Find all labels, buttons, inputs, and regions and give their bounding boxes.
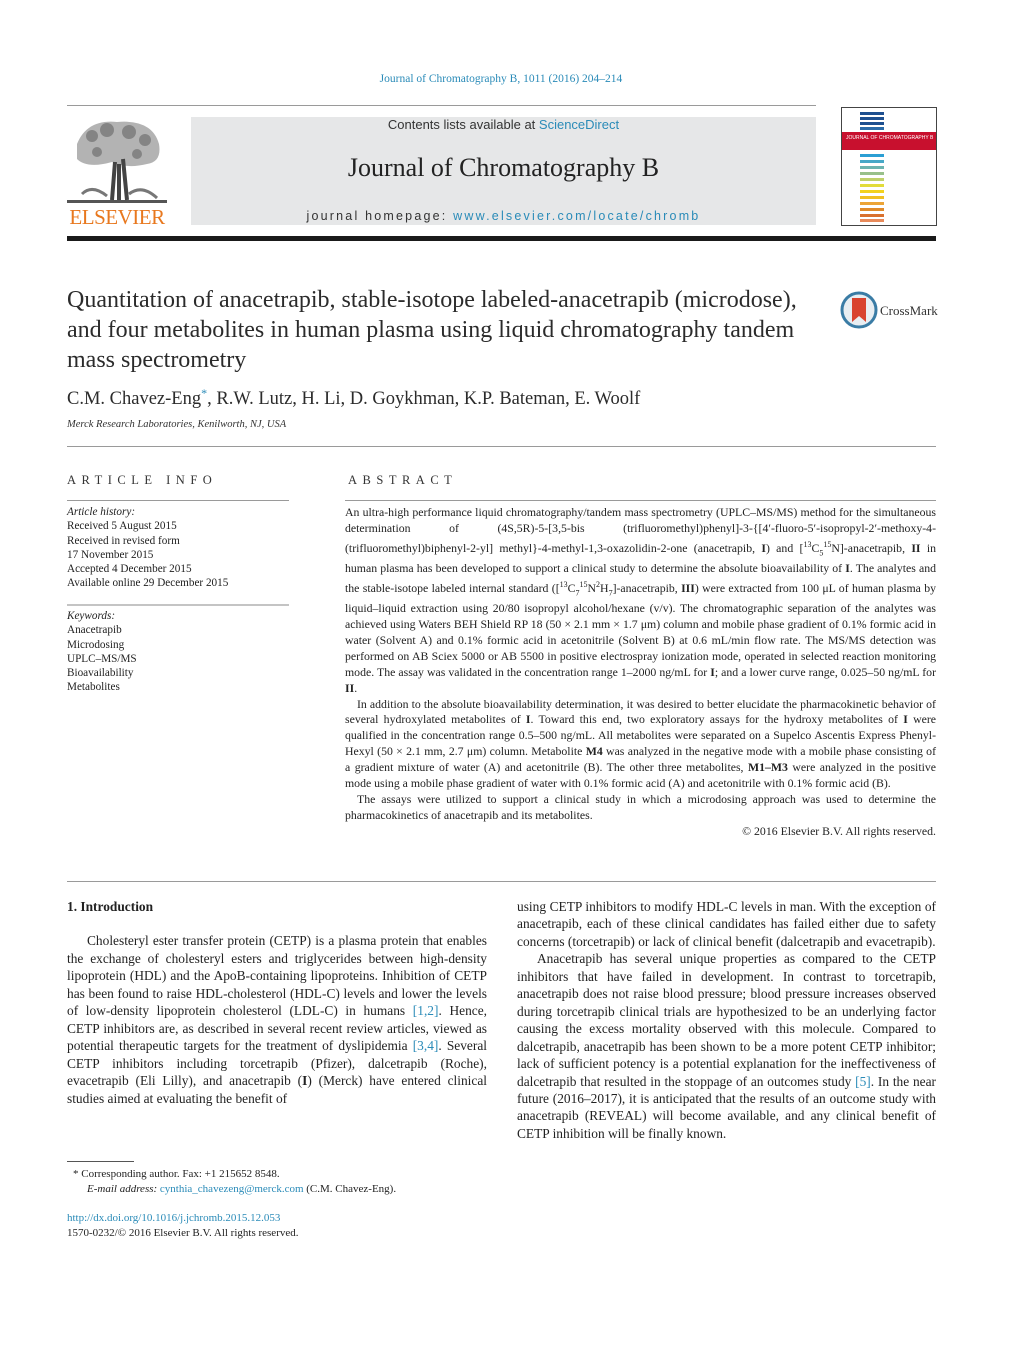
elsevier-logo[interactable]: ELSEVIER <box>67 114 167 230</box>
body-paragraph: using CETP inhibitors to modify HDL-C le… <box>517 899 936 949</box>
co-authors: , R.W. Lutz, H. Li, D. Goykhman, K.P. Ba… <box>207 389 641 410</box>
keywords-label: Keywords: <box>67 610 116 622</box>
doi-block: http://dx.doi.org/10.1016/j.jchromb.2015… <box>67 1211 299 1241</box>
history-item: Accepted 4 December 2015 <box>67 563 192 576</box>
footnote-rule <box>67 1161 134 1162</box>
homepage-prefix: journal homepage: <box>306 209 454 223</box>
keyword-item: Bioavailability <box>67 667 134 680</box>
cover-title: JOURNAL OF CHROMATOGRAPHY B <box>846 135 934 141</box>
corresponding-author-note: Corresponding author. Fax: +1 215652 854… <box>78 1168 280 1180</box>
reference-link[interactable]: [3,4] <box>413 1038 439 1053</box>
contents-prefix: Contents lists available at <box>387 117 539 132</box>
crossmark-label: CrossMark <box>880 303 938 318</box>
keyword-item: Anacetrapib <box>67 624 122 637</box>
crossmark-icon <box>840 291 878 329</box>
keyword-item: UPLC–MS/MS <box>67 652 137 665</box>
history-item: Available online 29 December 2015 <box>67 577 229 590</box>
article-history-label: Article history: <box>67 506 136 518</box>
journal-masthead: Contents lists available at ScienceDirec… <box>191 117 816 225</box>
keywords: Keywords: Anacetrapib Microdosing UPLC–M… <box>67 609 137 695</box>
keywords-rule <box>67 604 289 606</box>
email-link[interactable]: cynthia_chavezeng@merck.com <box>160 1183 304 1195</box>
body-column-right: using CETP inhibitors to modify HDL-C le… <box>517 898 936 1142</box>
title-rule <box>67 446 936 447</box>
homepage-link[interactable]: www.elsevier.com/locate/chromb <box>453 209 700 223</box>
article-info-rule <box>67 500 289 501</box>
email-label: E-mail address: <box>87 1183 160 1195</box>
history-item: 17 November 2015 <box>67 548 154 561</box>
history-item: Received 5 August 2015 <box>67 520 177 533</box>
cover-title-band: JOURNAL OF CHROMATOGRAPHY B <box>842 132 936 150</box>
author-chavez-eng[interactable]: C.M. Chavez-Eng <box>67 389 201 409</box>
body-column-left: 1. Introduction Cholesteryl ester transf… <box>67 898 487 1107</box>
elsevier-tree-icon <box>67 121 167 203</box>
section-heading-introduction: 1. Introduction <box>67 899 154 914</box>
author-list: C.M. Chavez-Eng*, R.W. Lutz, H. Li, D. G… <box>67 386 640 410</box>
body-paragraph: Cholesteryl ester transfer protein (CETP… <box>67 933 488 1106</box>
doi-link[interactable]: http://dx.doi.org/10.1016/j.jchromb.2015… <box>67 1212 280 1224</box>
sciencedirect-link[interactable]: ScienceDirect <box>539 117 619 132</box>
abstract-rule <box>345 500 936 501</box>
crossmark-button[interactable]: CrossMark <box>840 291 940 329</box>
article-history: Article history: Received 5 August 2015 … <box>67 505 228 591</box>
reference-link[interactable]: [1,2] <box>413 1003 439 1018</box>
journal-citation-link[interactable]: Journal of Chromatography B, 1011 (2016)… <box>0 73 1002 85</box>
keyword-item: Metabolites <box>67 681 120 694</box>
article-title: Quantitation of anacetrapib, stable-isot… <box>67 287 797 373</box>
footnote: * Corresponding author. Fax: +1 215652 8… <box>67 1167 396 1197</box>
abstract-paragraph: An ultra-high performance liquid chromat… <box>345 505 937 695</box>
journal-name: Journal of Chromatography B <box>347 153 660 182</box>
email-suffix: (C.M. Chavez-Eng). <box>303 1183 397 1195</box>
issn-copyright: 1570-0232/© 2016 Elsevier B.V. All right… <box>67 1227 299 1239</box>
body-rule <box>67 881 936 882</box>
homepage-line: journal homepage: www.elsevier.com/locat… <box>191 209 816 223</box>
elsevier-wordmark: ELSEVIER <box>69 205 165 229</box>
abstract-body: An ultra-high performance liquid chromat… <box>345 505 936 840</box>
keyword-item: Microdosing <box>67 638 125 651</box>
body-paragraph: Anacetrapib has several unique propertie… <box>517 951 936 1141</box>
abstract-copyright: © 2016 Elsevier B.V. All rights reserved… <box>742 823 936 838</box>
history-item: Received in revised form <box>67 534 180 547</box>
article-info-heading: ARTICLE INFO <box>67 473 218 487</box>
affiliation: Merck Research Laboratories, Kenilworth,… <box>67 419 287 430</box>
contents-line: Contents lists available at ScienceDirec… <box>191 117 816 132</box>
journal-cover-thumbnail[interactable]: JOURNAL OF CHROMATOGRAPHY B <box>841 107 937 226</box>
header-rule <box>67 105 816 106</box>
abstract-paragraph: In addition to the absolute bioavailabil… <box>345 696 937 791</box>
abstract-paragraph: The assays were utilized to support a cl… <box>345 791 936 822</box>
masthead-thick-rule <box>67 236 936 241</box>
reference-link[interactable]: [5] <box>855 1074 871 1089</box>
abstract-heading: ABSTRACT <box>348 473 458 487</box>
